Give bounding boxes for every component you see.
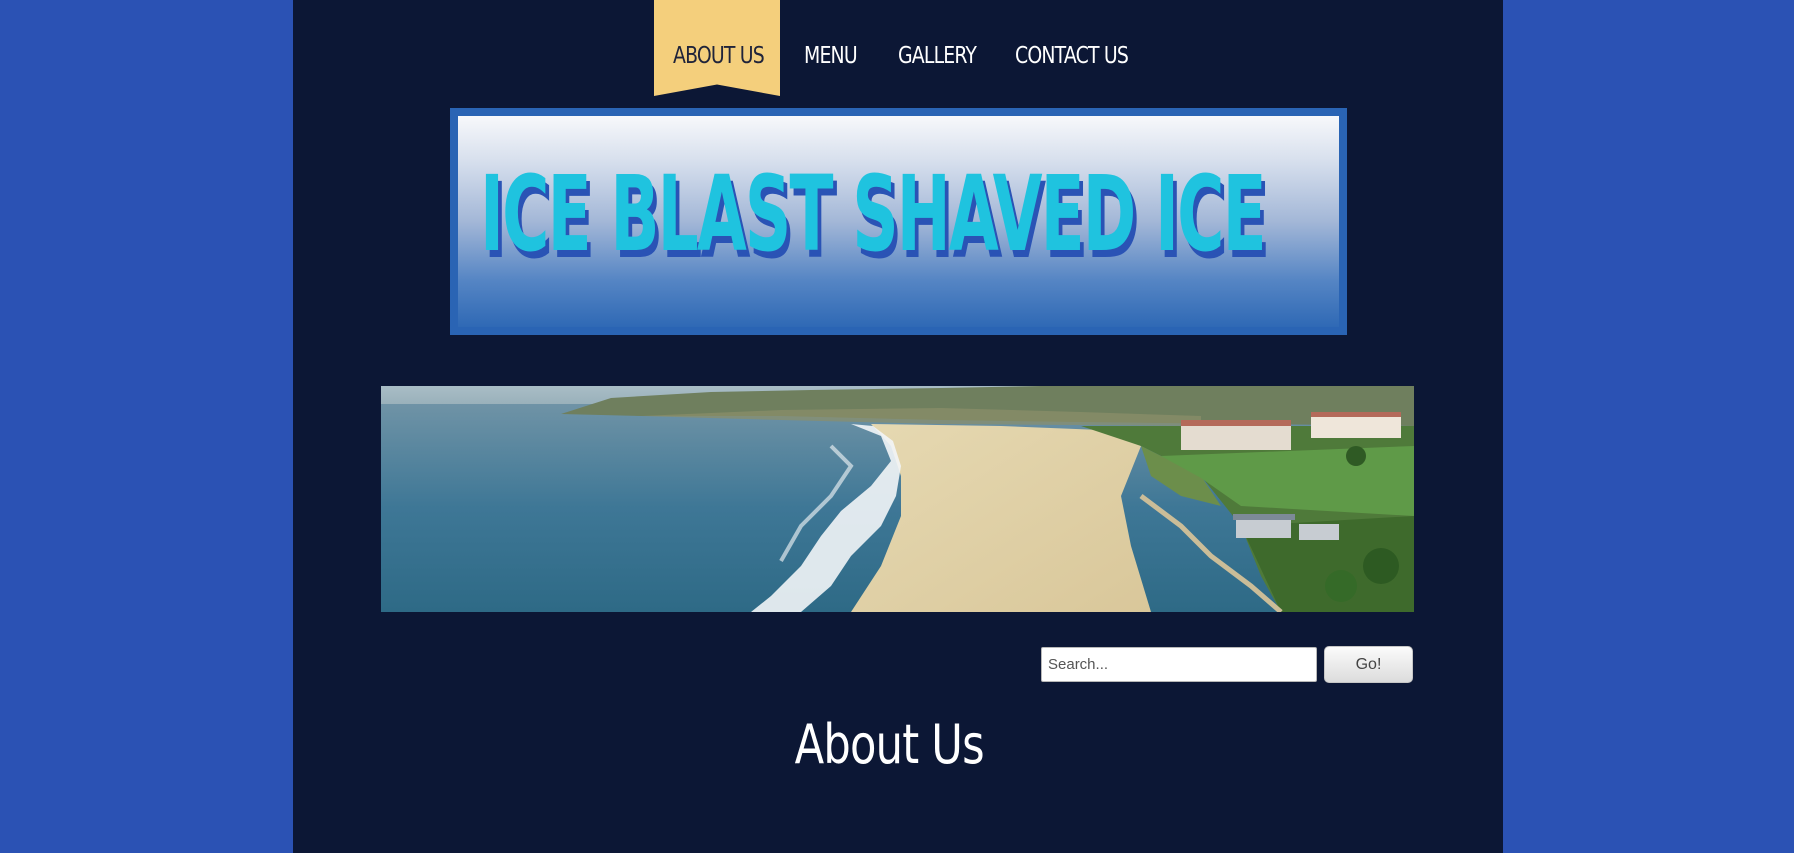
search-go-button[interactable]: Go! (1324, 646, 1413, 683)
logo-background: ICE BLAST SHAVED ICE (458, 116, 1339, 327)
site-logo-banner[interactable]: ICE BLAST SHAVED ICE (450, 108, 1347, 335)
beach-hero-image (381, 386, 1414, 612)
page-title-text: About Us (794, 713, 985, 776)
search-input[interactable] (1041, 647, 1317, 682)
nav-item-about-us[interactable]: ABOUT US (673, 38, 765, 74)
nav-item-gallery[interactable]: GALLERY (898, 38, 977, 74)
page-title: About Us (293, 710, 1486, 780)
logo-text: ICE BLAST SHAVED ICE (480, 153, 1267, 275)
nav-item-contact-us[interactable]: CONTACT US (1015, 38, 1129, 74)
page-container: ABOUT US MENU GALLERY CONTACT US ICE BLA… (293, 0, 1503, 853)
main-navigation: ABOUT US MENU GALLERY CONTACT US (293, 0, 1503, 100)
nav-item-menu[interactable]: MENU (804, 38, 858, 74)
beach-photo-illustration (381, 386, 1414, 612)
